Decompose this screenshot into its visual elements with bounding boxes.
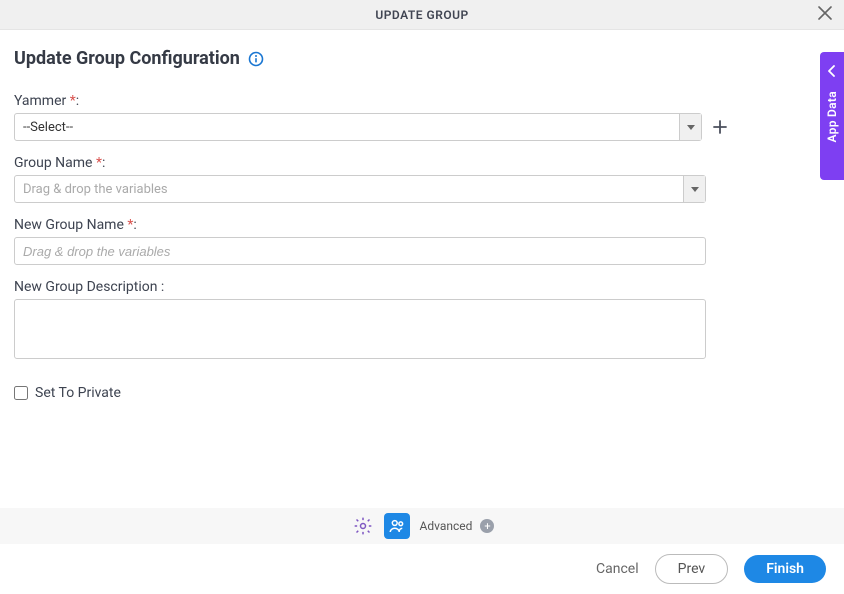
field-group-name: Group Name *: Drag & drop the variables bbox=[14, 155, 830, 203]
info-icon[interactable] bbox=[248, 51, 264, 67]
set-private-checkbox[interactable] bbox=[14, 386, 28, 400]
set-private-label: Set To Private bbox=[35, 385, 121, 401]
chevron-left-icon bbox=[828, 62, 836, 81]
group-name-placeholder: Drag & drop the variables bbox=[15, 176, 683, 202]
cancel-button[interactable]: Cancel bbox=[596, 561, 639, 577]
advanced-label: Advanced bbox=[420, 519, 473, 533]
users-icon[interactable] bbox=[384, 513, 410, 539]
page-title-row: Update Group Configuration bbox=[0, 30, 844, 79]
field-yammer: Yammer *: --Select-- bbox=[14, 93, 830, 141]
group-name-label: Group Name *: bbox=[14, 155, 830, 171]
page-title: Update Group Configuration bbox=[14, 48, 240, 69]
advanced-plus-icon[interactable]: + bbox=[480, 519, 494, 533]
gear-icon[interactable] bbox=[350, 513, 376, 539]
yammer-selected-value: --Select-- bbox=[15, 114, 679, 140]
footer: Cancel Prev Finish bbox=[0, 544, 844, 594]
prev-button[interactable]: Prev bbox=[655, 554, 729, 584]
bottom-toolbar: Advanced + bbox=[0, 508, 844, 544]
new-group-desc-input[interactable] bbox=[14, 299, 706, 359]
new-group-desc-label: New Group Description : bbox=[14, 279, 830, 295]
field-set-private: Set To Private bbox=[14, 385, 830, 401]
modal-title: UPDATE GROUP bbox=[375, 8, 468, 22]
yammer-select[interactable]: --Select-- bbox=[14, 113, 702, 141]
finish-button[interactable]: Finish bbox=[744, 555, 826, 583]
field-new-group-description: New Group Description : bbox=[14, 279, 830, 363]
app-data-panel-toggle[interactable]: App Data bbox=[820, 52, 844, 180]
add-yammer-icon[interactable] bbox=[712, 119, 728, 135]
group-name-select[interactable]: Drag & drop the variables bbox=[14, 175, 706, 203]
chevron-down-icon[interactable] bbox=[683, 176, 705, 202]
app-data-label: App Data bbox=[825, 91, 839, 142]
close-icon[interactable] bbox=[818, 6, 832, 24]
field-new-group-name: New Group Name *: bbox=[14, 217, 830, 265]
new-group-name-input[interactable] bbox=[14, 237, 706, 265]
chevron-down-icon[interactable] bbox=[679, 114, 701, 140]
modal-header: UPDATE GROUP bbox=[0, 0, 844, 30]
new-group-name-label: New Group Name *: bbox=[14, 217, 830, 233]
yammer-label: Yammer *: bbox=[14, 93, 830, 109]
